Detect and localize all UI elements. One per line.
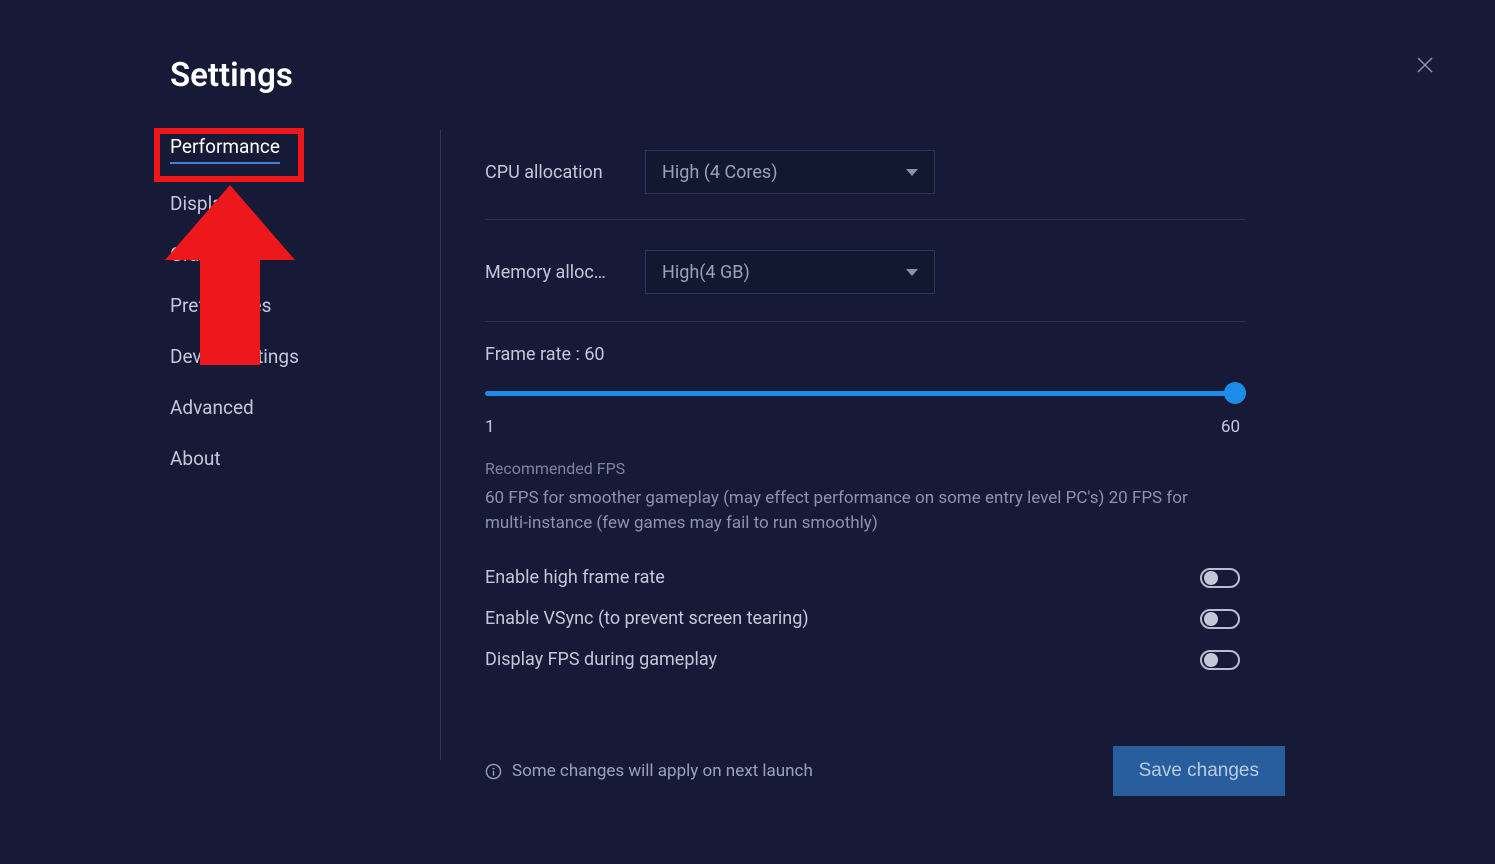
sidebar-item-advanced[interactable]: Advanced xyxy=(170,396,254,419)
info-icon xyxy=(485,763,502,780)
slider-min: 1 xyxy=(485,417,495,437)
toggle-knob xyxy=(1204,653,1218,667)
sidebar: Performance Display Graphics Preferences… xyxy=(170,135,430,498)
recommended-fps-description: 60 FPS for smoother gameplay (may effect… xyxy=(485,486,1205,535)
footer-note: Some changes will apply on next launch xyxy=(485,761,813,781)
main-content: CPU allocation High (4 Cores) Memory all… xyxy=(485,135,1245,680)
sidebar-item-preferences[interactable]: Preferences xyxy=(170,294,271,317)
chevron-down-icon xyxy=(906,169,918,176)
slider-max: 60 xyxy=(1221,417,1240,437)
cpu-allocation-value: High (4 Cores) xyxy=(662,162,777,183)
memory-allocation-select[interactable]: High(4 GB) xyxy=(645,250,935,294)
footer-note-text: Some changes will apply on next launch xyxy=(512,761,813,781)
toggle-label-display-fps: Display FPS during gameplay xyxy=(485,649,717,670)
cpu-allocation-label: CPU allocation xyxy=(485,162,645,183)
slider-minmax: 1 60 xyxy=(485,417,1240,437)
toggle-vsync[interactable] xyxy=(1200,609,1240,629)
cpu-allocation-row: CPU allocation High (4 Cores) xyxy=(485,135,1245,209)
memory-allocation-label: Memory alloc… xyxy=(485,262,645,283)
toggle-label-vsync: Enable VSync (to prevent screen tearing) xyxy=(485,608,809,629)
footer: Some changes will apply on next launch S… xyxy=(485,746,1285,796)
toggle-high-frame-rate[interactable] xyxy=(1200,568,1240,588)
page-title: Settings xyxy=(170,56,293,95)
framerate-section: Frame rate : 60 1 60 Recommended FPS 60 … xyxy=(485,321,1245,680)
recommended-fps-title: Recommended FPS xyxy=(485,459,1245,478)
slider-thumb[interactable] xyxy=(1224,382,1246,404)
sidebar-item-graphics[interactable]: Graphics xyxy=(170,243,245,266)
toggle-row-display-fps: Display FPS during gameplay xyxy=(485,639,1240,680)
memory-allocation-row: Memory alloc… High(4 GB) xyxy=(485,219,1245,309)
toggle-knob xyxy=(1204,612,1218,626)
toggle-row-vsync: Enable VSync (to prevent screen tearing) xyxy=(485,598,1240,639)
sidebar-item-display[interactable]: Display xyxy=(170,192,231,215)
toggle-knob xyxy=(1204,571,1218,585)
memory-allocation-value: High(4 GB) xyxy=(662,262,750,283)
save-changes-button[interactable]: Save changes xyxy=(1113,746,1285,796)
framerate-slider[interactable] xyxy=(485,383,1240,407)
toggle-label-high-frame-rate: Enable high frame rate xyxy=(485,567,665,588)
toggle-display-fps[interactable] xyxy=(1200,650,1240,670)
toggle-row-high-frame-rate: Enable high frame rate xyxy=(485,557,1240,598)
close-icon xyxy=(1413,53,1437,77)
cpu-allocation-select[interactable]: High (4 Cores) xyxy=(645,150,935,194)
sidebar-item-performance[interactable]: Performance xyxy=(170,135,280,164)
sidebar-item-about[interactable]: About xyxy=(170,447,221,470)
slider-track xyxy=(485,391,1240,396)
toggles-section: Enable high frame rate Enable VSync (to … xyxy=(485,557,1245,680)
sidebar-item-device-settings[interactable]: Device settings xyxy=(170,345,299,368)
vertical-divider xyxy=(440,130,441,760)
chevron-down-icon xyxy=(906,269,918,276)
framerate-label: Frame rate : 60 xyxy=(485,344,1245,365)
close-button[interactable] xyxy=(1410,50,1440,80)
